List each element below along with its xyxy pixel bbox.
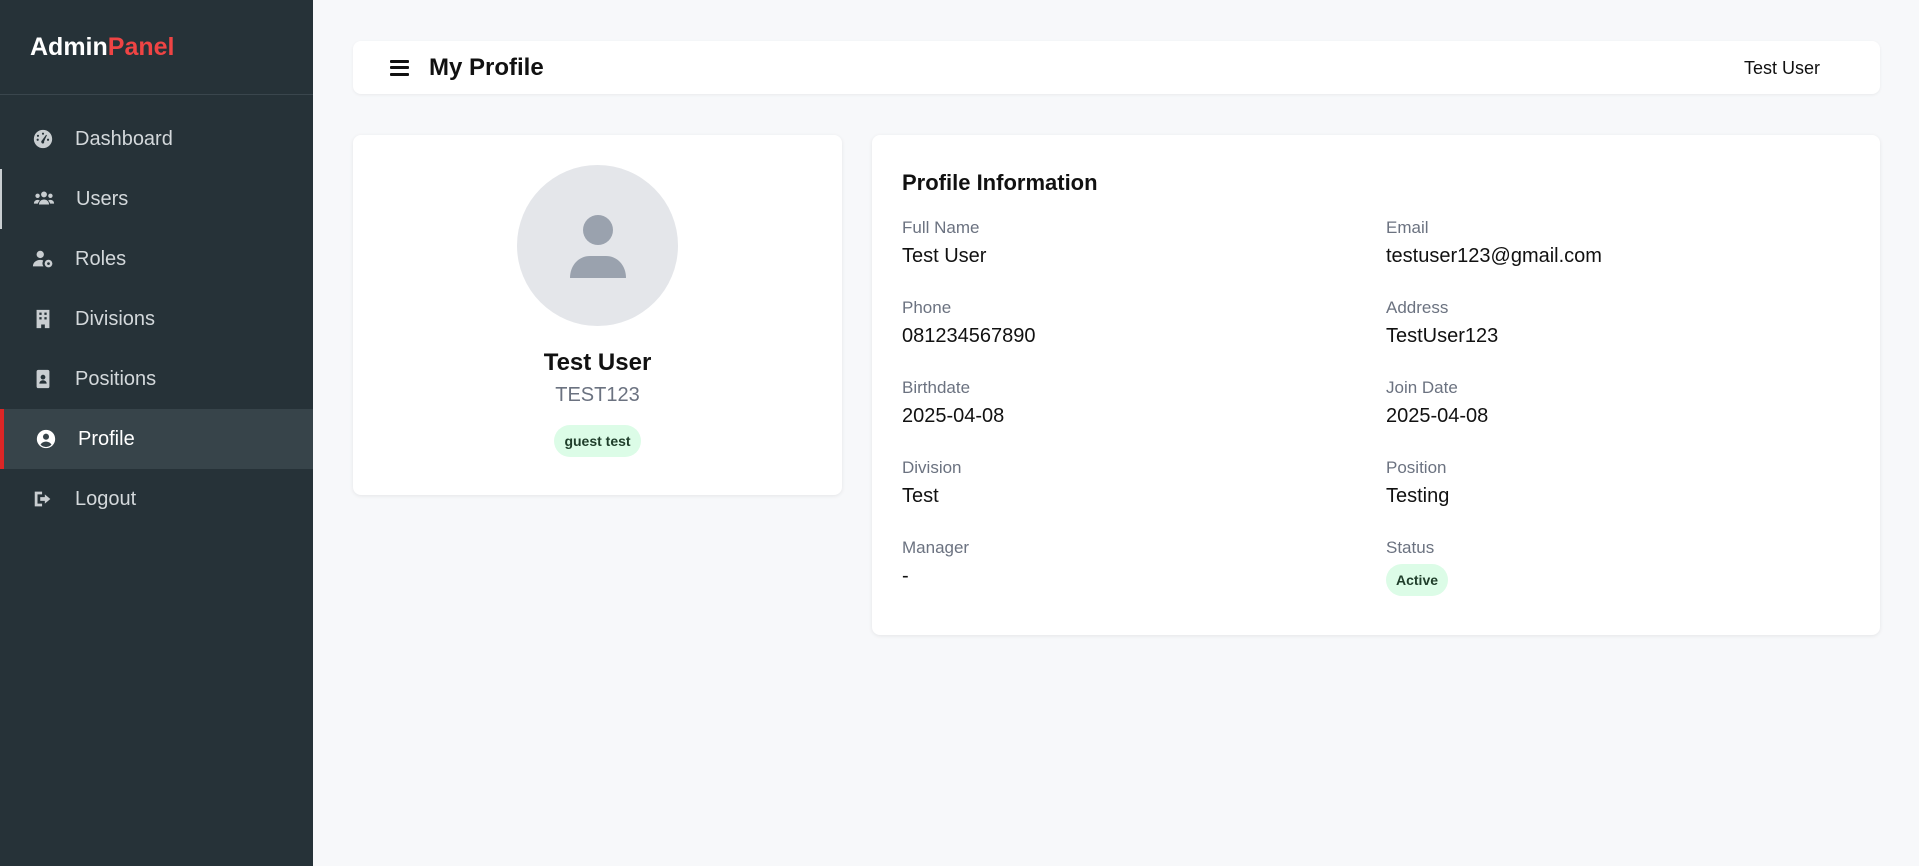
field-birthdate: Birthdate 2025-04-08 xyxy=(902,378,1386,458)
field-value: TestUser123 xyxy=(1386,325,1499,347)
field-label: Join Date xyxy=(1386,378,1458,397)
field-label: Birthdate xyxy=(902,378,971,397)
brand-part-panel: Panel xyxy=(107,32,175,61)
id-badge-icon xyxy=(30,366,56,392)
field-email: Email testuser123@gmail.com xyxy=(1386,218,1850,298)
field-label: Address xyxy=(1386,298,1449,317)
sidebar-item-label: Users xyxy=(76,187,129,210)
field-manager: Manager - xyxy=(902,538,1386,618)
page-title: My Profile xyxy=(429,53,544,81)
logout-icon xyxy=(30,486,56,512)
field-value: 2025-04-08 xyxy=(902,405,1005,427)
top-bar: My Profile Test User xyxy=(353,41,1880,94)
field-value: Test User xyxy=(902,245,987,267)
info-grid: Full Name Test User Email testuser123@gm… xyxy=(902,218,1850,618)
avatar xyxy=(517,165,678,326)
field-join-date: Join Date 2025-04-08 xyxy=(1386,378,1850,458)
role-badge: guest test xyxy=(554,425,641,457)
menu-toggle-icon[interactable] xyxy=(390,59,409,76)
field-value: 2025-04-08 xyxy=(1386,405,1489,427)
current-user-name[interactable]: Test User xyxy=(1744,58,1820,79)
field-value: - xyxy=(902,565,909,587)
field-phone: Phone 081234567890 xyxy=(902,298,1386,378)
building-icon xyxy=(30,306,56,332)
field-value: Testing xyxy=(1386,485,1450,507)
sidebar-nav: Dashboard Users Roles Divisions Position… xyxy=(0,109,313,529)
sidebar-item-divisions[interactable]: Divisions xyxy=(0,289,313,349)
field-value: 081234567890 xyxy=(902,325,1036,347)
sidebar-item-label: Logout xyxy=(75,487,137,510)
sidebar: Admin Panel Dashboard Users Roles Divisio… xyxy=(0,0,313,866)
status-badge: Active xyxy=(1386,564,1449,596)
field-status: Status Active xyxy=(1386,538,1850,618)
field-value: Test xyxy=(902,485,939,507)
users-icon xyxy=(31,186,57,212)
user-silhouette-icon xyxy=(569,214,626,278)
field-label: Position xyxy=(1386,458,1447,477)
profile-card: Test User TEST123 guest test xyxy=(353,135,842,495)
field-full-name: Full Name Test User xyxy=(902,218,1386,298)
profile-name: Test User xyxy=(543,349,652,376)
sidebar-item-dashboard[interactable]: Dashboard xyxy=(0,109,313,169)
field-label: Status xyxy=(1386,538,1435,557)
sidebar-item-logout[interactable]: Logout xyxy=(0,469,313,529)
sidebar-item-users[interactable]: Users xyxy=(0,169,313,229)
user-gear-icon xyxy=(30,246,56,272)
brand-part-admin: Admin xyxy=(30,32,108,61)
sidebar-item-roles[interactable]: Roles xyxy=(0,229,313,289)
sidebar-item-positions[interactable]: Positions xyxy=(0,349,313,409)
info-title: Profile Information xyxy=(902,170,1098,195)
sidebar-item-label: Positions xyxy=(75,367,157,390)
profile-info-card: Profile Information Full Name Test User … xyxy=(872,135,1880,635)
field-label: Manager xyxy=(902,538,970,557)
brand-logo[interactable]: Admin Panel xyxy=(0,0,313,95)
field-label: Full Name xyxy=(902,218,980,237)
field-value: testuser123@gmail.com xyxy=(1386,245,1602,267)
sidebar-item-label: Divisions xyxy=(75,307,156,330)
sidebar-item-label: Roles xyxy=(75,247,127,270)
field-label: Phone xyxy=(902,298,952,317)
gauge-icon xyxy=(30,126,56,152)
field-address: Address TestUser123 xyxy=(1386,298,1850,378)
field-position: Position Testing xyxy=(1386,458,1850,538)
field-label: Email xyxy=(1386,218,1429,237)
sidebar-item-profile[interactable]: Profile xyxy=(0,409,313,469)
sidebar-item-label: Dashboard xyxy=(75,127,173,150)
profile-code: TEST123 xyxy=(555,384,640,406)
field-division: Division Test xyxy=(902,458,1386,538)
field-label: Division xyxy=(902,458,962,477)
sidebar-item-label: Profile xyxy=(78,427,135,450)
user-circle-icon xyxy=(33,426,59,452)
